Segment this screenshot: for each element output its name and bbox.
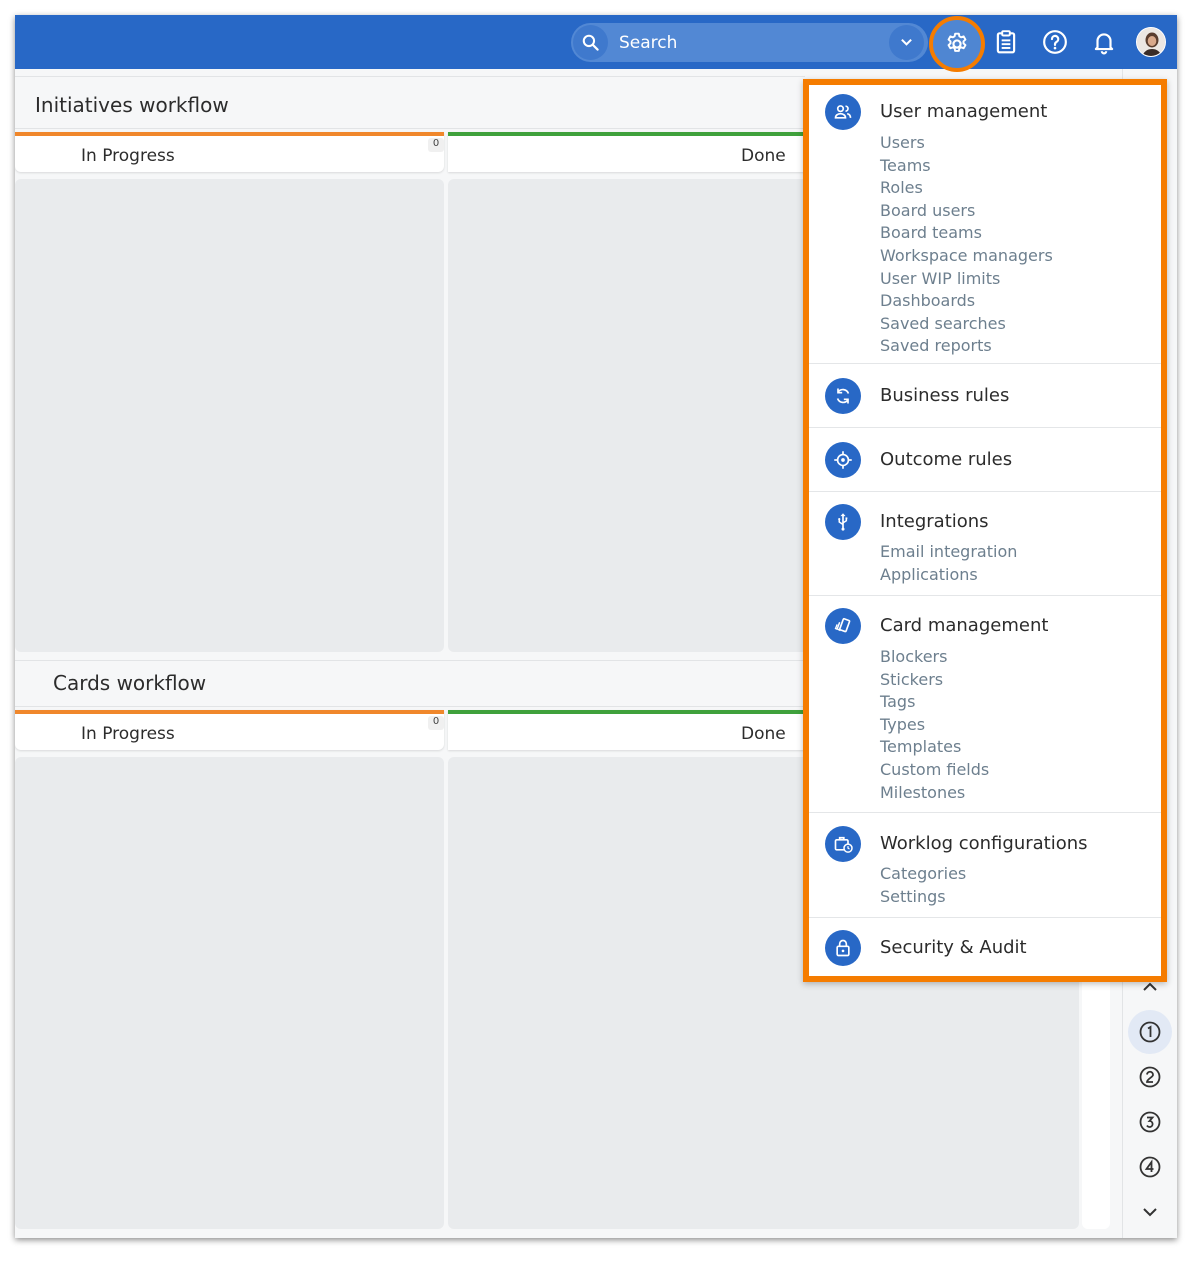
search-label[interactable]: Search <box>619 33 677 53</box>
lane-title: Cards workflow <box>53 671 207 695</box>
menu-item-types[interactable]: Types <box>880 714 989 737</box>
column-color-bar <box>448 132 808 136</box>
menu-item-saved-searches[interactable]: Saved searches <box>880 313 1053 336</box>
target-icon <box>825 442 861 478</box>
column-count: 0 <box>428 716 444 730</box>
divider <box>15 76 805 77</box>
column-header-done[interactable]: Done <box>448 710 808 750</box>
divider <box>15 128 805 129</box>
column-color-bar <box>448 710 808 714</box>
cards-icon <box>825 608 861 644</box>
chevron-down-icon <box>1143 1208 1157 1217</box>
lane-4-button[interactable] <box>1128 1145 1172 1189</box>
chevron-down-icon[interactable] <box>889 25 924 60</box>
help-icon <box>1043 30 1067 54</box>
column-label: In Progress <box>81 146 175 166</box>
menu-section-title[interactable]: Business rules <box>880 385 1009 406</box>
menu-section-title[interactable]: Card management <box>880 615 1048 636</box>
search-box[interactable]: Search <box>571 23 928 62</box>
menu-item-stickers[interactable]: Stickers <box>880 669 989 692</box>
menu-section-card-management: Card management Blockers Stickers Tags T… <box>809 596 1161 813</box>
menu-section-items: Blockers Stickers Tags Types Templates C… <box>880 646 989 804</box>
menu-section-user-management: User management Users Teams Roles Board … <box>809 85 1161 364</box>
menu-item-board-teams[interactable]: Board teams <box>880 222 1053 245</box>
column-label: Done <box>741 146 786 166</box>
menu-item-teams[interactable]: Teams <box>880 155 1053 178</box>
menu-section-integrations: Integrations Email integration Applicati… <box>809 492 1161 596</box>
menu-section-outcome-rules[interactable]: Outcome rules <box>809 428 1161 492</box>
menu-item-milestones[interactable]: Milestones <box>880 782 989 805</box>
menu-item-workspace-managers[interactable]: Workspace managers <box>880 245 1053 268</box>
column-header-done[interactable]: Done <box>448 132 808 172</box>
menu-item-tags[interactable]: Tags <box>880 691 989 714</box>
clipboard-button[interactable] <box>988 24 1024 60</box>
menu-item-custom-fields[interactable]: Custom fields <box>880 759 989 782</box>
scroll-down-button[interactable] <box>1128 1190 1172 1234</box>
app-window: Search Initiatives workflow In Progress … <box>15 15 1177 1238</box>
column-body[interactable] <box>15 757 444 1229</box>
gear-icon <box>947 32 967 52</box>
lane-2-button[interactable] <box>1128 1055 1172 1099</box>
menu-item-dashboards[interactable]: Dashboards <box>880 290 1053 313</box>
menu-section-title[interactable]: User management <box>880 101 1047 122</box>
menu-item-users[interactable]: Users <box>880 132 1053 155</box>
circled-3-icon <box>1139 1111 1161 1133</box>
menu-item-user-wip-limits[interactable]: User WIP limits <box>880 268 1053 291</box>
avatar[interactable] <box>1136 27 1166 57</box>
divider <box>15 706 805 707</box>
menu-section-title[interactable]: Security & Audit <box>880 937 1027 958</box>
usb-icon <box>825 504 861 540</box>
menu-section-title[interactable]: Outcome rules <box>880 449 1012 470</box>
menu-section-business-rules[interactable]: Business rules <box>809 364 1161 428</box>
notifications-button[interactable] <box>1086 24 1122 60</box>
column-label: Done <box>741 724 786 744</box>
lock-icon <box>825 930 861 966</box>
circled-1-icon <box>1139 1021 1161 1043</box>
divider <box>15 660 805 661</box>
menu-item-blockers[interactable]: Blockers <box>880 646 989 669</box>
column-header-in-progress[interactable]: In Progress 0 <box>15 132 444 172</box>
lane-1-button[interactable] <box>1128 1010 1172 1054</box>
column-color-bar <box>15 132 444 136</box>
column-header-in-progress[interactable]: In Progress 0 <box>15 710 444 750</box>
refresh-icon <box>825 378 861 414</box>
menu-section-title[interactable]: Worklog configurations <box>880 833 1088 854</box>
users-icon <box>825 94 861 130</box>
column-label: In Progress <box>81 724 175 744</box>
circled-2-icon <box>1139 1066 1161 1088</box>
menu-item-email-integration[interactable]: Email integration <box>880 541 1017 564</box>
lane-title: Initiatives workflow <box>35 93 229 117</box>
menu-item-applications[interactable]: Applications <box>880 564 1017 587</box>
settings-button[interactable] <box>929 16 985 72</box>
lane-3-button[interactable] <box>1128 1100 1172 1144</box>
menu-item-board-users[interactable]: Board users <box>880 200 1053 223</box>
menu-item-roles[interactable]: Roles <box>880 177 1053 200</box>
circled-4-icon <box>1139 1156 1161 1178</box>
top-bar: Search <box>15 15 1177 72</box>
menu-section-items: Email integration Applications <box>880 541 1017 586</box>
menu-section-title[interactable]: Integrations <box>880 511 989 532</box>
help-button[interactable] <box>1037 24 1073 60</box>
menu-section-security-audit[interactable]: Security & Audit <box>809 918 1161 976</box>
settings-menu: User management Users Teams Roles Board … <box>803 79 1167 982</box>
menu-item-templates[interactable]: Templates <box>880 736 989 759</box>
menu-section-items: Categories Settings <box>880 863 966 908</box>
menu-section-worklog-configurations: Worklog configurations Categories Settin… <box>809 813 1161 918</box>
briefcase-clock-icon <box>825 826 861 862</box>
bell-icon <box>1094 33 1114 55</box>
menu-section-items: Users Teams Roles Board users Board team… <box>880 132 1053 358</box>
column-body[interactable] <box>15 179 444 652</box>
menu-item-saved-reports[interactable]: Saved reports <box>880 335 1053 358</box>
menu-item-categories[interactable]: Categories <box>880 863 966 886</box>
clipboard-icon <box>996 30 1016 54</box>
search-icon[interactable] <box>573 25 608 60</box>
column-count: 0 <box>428 138 444 152</box>
menu-item-settings[interactable]: Settings <box>880 886 966 909</box>
column-color-bar <box>15 710 444 714</box>
